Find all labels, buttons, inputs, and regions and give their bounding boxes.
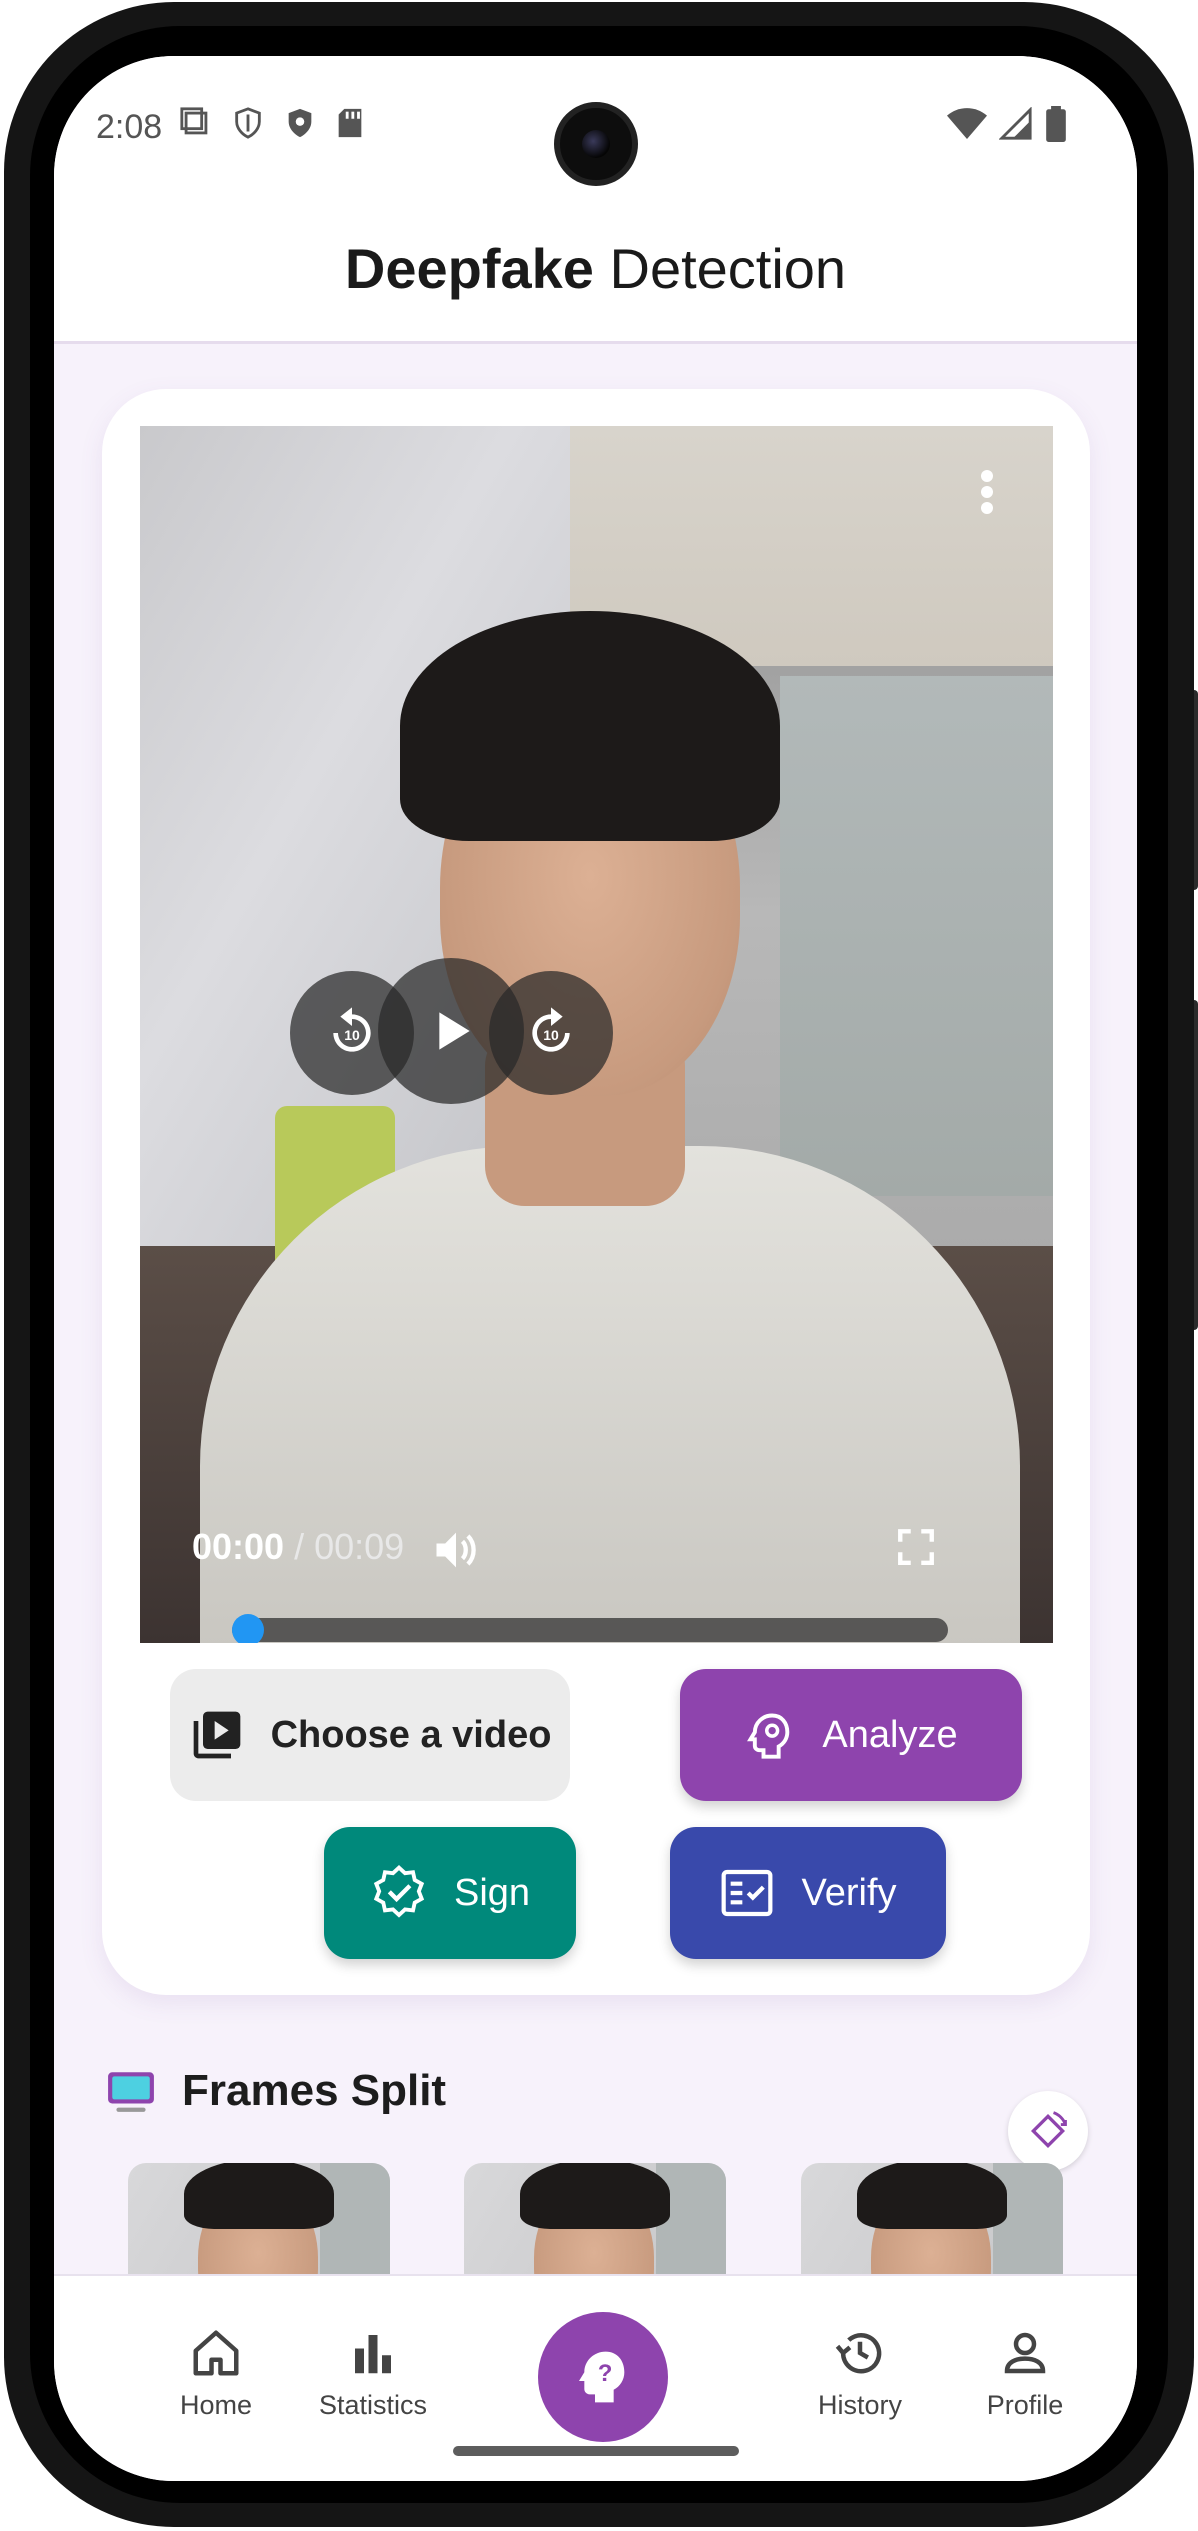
choose-video-button[interactable]: Choose a video: [170, 1669, 570, 1801]
volume-icon[interactable]: [430, 1524, 482, 1576]
current-time: 00:00: [192, 1526, 285, 1567]
home-icon: [193, 2330, 239, 2376]
video-player[interactable]: 10 10 00:00 / 00:09: [140, 426, 1053, 1643]
more-vert-icon[interactable]: [979, 468, 995, 516]
nav-label-statistics: Statistics: [318, 2390, 428, 2420]
person-icon: [1004, 2332, 1046, 2374]
svg-text:10: 10: [543, 1027, 559, 1043]
shield-filled-icon: [288, 108, 312, 138]
psychology-icon: [747, 1713, 790, 1759]
time-separator: /: [284, 1526, 315, 1567]
analyze-label: Analyze: [822, 1713, 958, 1756]
history-icon: [835, 2333, 882, 2374]
page-title: Deepfake Detection: [345, 236, 846, 301]
frames-header: Frames Split: [106, 2066, 446, 2116]
nav-item-profile[interactable]: Profile: [950, 2326, 1100, 2421]
status-bar: 2:08: [54, 56, 1137, 196]
video-frame-shirt: [200, 1146, 1020, 1643]
rotate-icon: [1030, 2111, 1067, 2149]
forward-10-button[interactable]: 10: [489, 971, 613, 1095]
thumb-hair: [520, 2163, 670, 2229]
video-library-icon: [193, 1711, 240, 1759]
nav-label-history: History: [817, 2390, 902, 2420]
rewind-10-icon: 10: [333, 1007, 371, 1052]
verified-badge-icon: [373, 1864, 425, 1918]
screenshot-icon: [180, 107, 208, 135]
bar-chart-icon: [355, 2335, 391, 2374]
home-indicator[interactable]: [453, 2446, 739, 2456]
sign-button[interactable]: Sign: [324, 1827, 576, 1959]
nav-item-detect[interactable]: ?: [538, 2312, 668, 2442]
tv-icon: [108, 2072, 154, 2112]
video-time: 00:00 / 00:09: [192, 1526, 404, 1568]
verify-button[interactable]: Verify: [670, 1827, 946, 1959]
nav-item-statistics[interactable]: Statistics: [298, 2326, 448, 2421]
sd-card-icon: [338, 108, 362, 138]
fullscreen-icon[interactable]: [895, 1526, 937, 1568]
svg-text:?: ?: [598, 2360, 613, 2387]
play-icon: [439, 1012, 470, 1050]
sign-label: Sign: [453, 1871, 531, 1914]
choose-video-label: Choose a video: [270, 1713, 552, 1756]
seek-thumb[interactable]: [232, 1614, 264, 1643]
seek-bar[interactable]: [232, 1618, 948, 1642]
total-time: 00:09: [314, 1526, 405, 1567]
status-icons-left: [179, 106, 365, 140]
nav-item-history[interactable]: History: [785, 2326, 935, 2421]
nav-label-profile: Profile: [986, 2390, 1064, 2420]
rotate-button[interactable]: [1008, 2091, 1088, 2171]
page-title-regular: Detection: [593, 237, 847, 300]
thumb-hair: [184, 2163, 334, 2229]
page-title-bold: Deepfake: [344, 237, 594, 300]
analyze-button[interactable]: Analyze: [680, 1669, 1022, 1801]
status-icons-right: [947, 106, 1067, 142]
cellular-icon: [999, 107, 1032, 140]
nav-label-home: Home: [179, 2390, 253, 2420]
video-frame-hair: [400, 611, 780, 841]
forward-10-icon: 10: [532, 1007, 570, 1052]
battery-icon: [1046, 106, 1066, 142]
head-question-icon: ?: [579, 2351, 625, 2403]
front-camera: [554, 102, 638, 186]
fact-check-icon: [722, 1869, 773, 1917]
video-frame-window: [780, 676, 1053, 1196]
wifi-icon: [947, 108, 987, 139]
svg-text:10: 10: [344, 1027, 360, 1043]
status-time: 2:08: [96, 108, 163, 146]
verify-label: Verify: [801, 1871, 897, 1914]
frames-title: Frames Split: [182, 2066, 447, 2115]
screen: 2:08 Deepfake Detection 10 10 00:00 / 00…: [54, 56, 1137, 2481]
shield-outline-icon: [235, 107, 261, 139]
app-bar: Deepfake Detection: [54, 196, 1137, 344]
nav-item-home[interactable]: Home: [141, 2326, 291, 2421]
thumb-hair: [857, 2163, 1007, 2229]
